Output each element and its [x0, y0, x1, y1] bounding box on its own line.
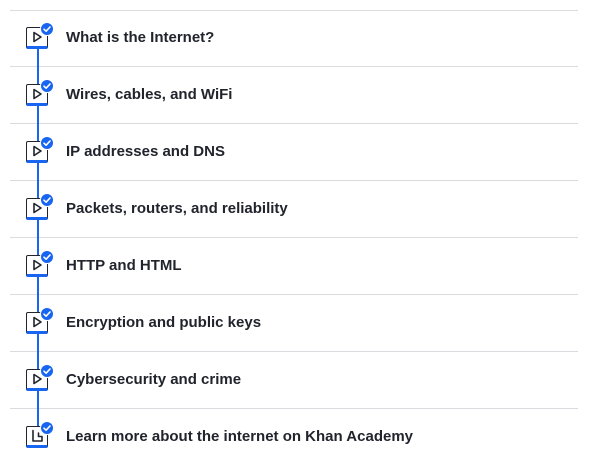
lesson-title: Learn more about the internet on Khan Ac…: [66, 428, 413, 445]
lesson-item-http-html[interactable]: HTTP and HTML: [10, 238, 578, 295]
completed-check-icon: [40, 364, 54, 378]
lesson-title: Packets, routers, and reliability: [66, 200, 288, 217]
lesson-item-wires-cables-wifi[interactable]: Wires, cables, and WiFi: [10, 67, 578, 124]
lesson-title: HTTP and HTML: [66, 257, 182, 274]
lesson-item-cybersecurity-crime[interactable]: Cybersecurity and crime: [10, 352, 578, 409]
lesson-title: Cybersecurity and crime: [66, 371, 242, 388]
completed-check-icon: [40, 22, 54, 36]
lesson-item-packets-routers-reliability[interactable]: Packets, routers, and reliability: [10, 181, 578, 238]
lesson-item-what-is-the-internet[interactable]: What is the Internet?: [10, 10, 578, 67]
lesson-title: Wires, cables, and WiFi: [66, 86, 233, 103]
completed-check-icon: [40, 193, 54, 207]
progress-connector: [37, 49, 39, 67]
lesson-list: What is the Internet? Wires, cables, and…: [10, 10, 578, 466]
completed-check-icon: [40, 79, 54, 93]
lesson-title: Encryption and public keys: [66, 314, 262, 331]
lesson-item-learn-more-khan-academy[interactable]: Learn more about the internet on Khan Ac…: [10, 409, 578, 466]
progress-connector: [37, 409, 39, 426]
lesson-item-ip-addresses-dns[interactable]: IP addresses and DNS: [10, 124, 578, 181]
completed-check-icon: [40, 136, 54, 150]
completed-check-icon: [40, 307, 54, 321]
completed-check-icon: [40, 250, 54, 264]
completed-check-icon: [40, 421, 54, 435]
lesson-item-encryption-public-keys[interactable]: Encryption and public keys: [10, 295, 578, 352]
lesson-title: What is the Internet?: [66, 29, 215, 46]
lesson-title: IP addresses and DNS: [66, 143, 225, 160]
